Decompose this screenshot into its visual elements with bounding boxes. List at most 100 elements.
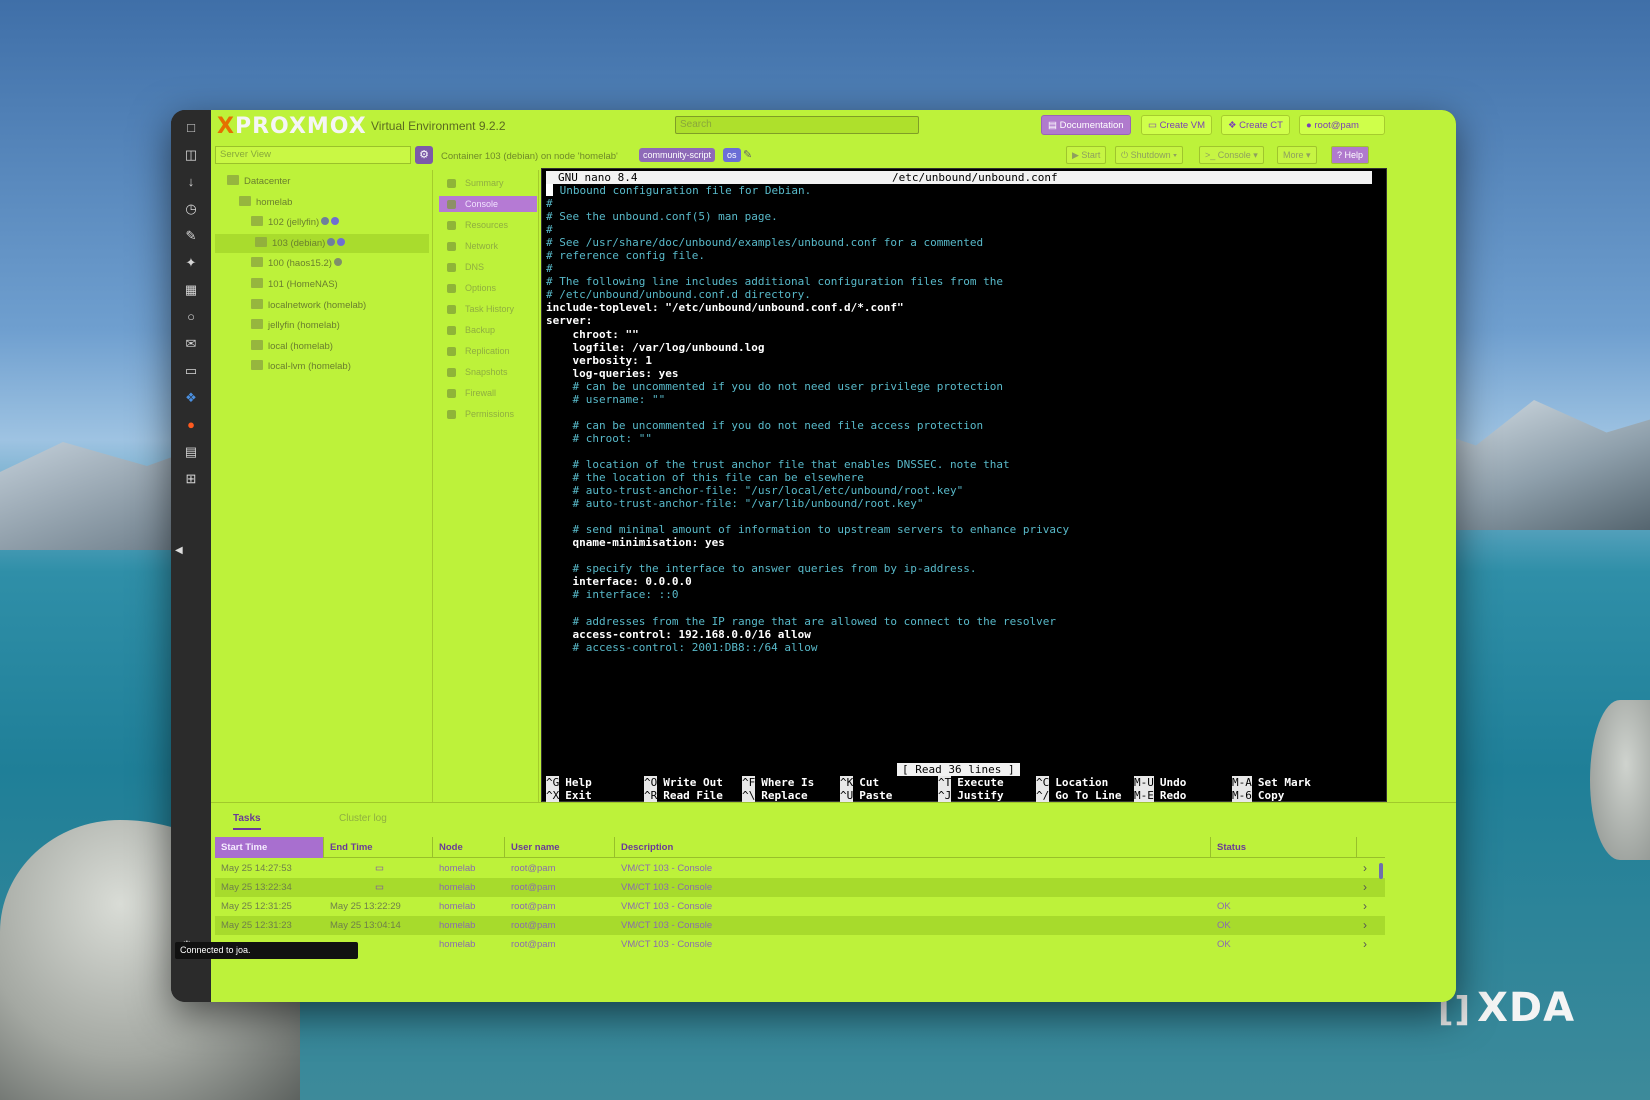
- create-ct-button[interactable]: ❖ Create CT: [1221, 115, 1290, 135]
- menu-item-network[interactable]: Network: [439, 238, 537, 254]
- chevron-right-icon[interactable]: ›: [1363, 935, 1367, 954]
- tree-item[interactable]: Datacenter: [211, 172, 290, 191]
- column-header[interactable]: Node: [433, 837, 505, 858]
- tab-cluster-log[interactable]: Cluster log: [339, 813, 387, 824]
- shortcut: M-A Set Mark: [1232, 776, 1311, 789]
- tree-item[interactable]: 103 (debian): [215, 233, 429, 253]
- menu-icon: [447, 221, 456, 230]
- table-cell: homelab: [439, 901, 476, 912]
- proxmox-app: XPROXMOX Virtual Environment 9.2.2 Searc…: [211, 110, 1456, 1002]
- bookmark-icon[interactable]: □: [181, 118, 201, 138]
- menu-item-dns[interactable]: DNS: [439, 259, 537, 275]
- resource-icon: [251, 216, 263, 227]
- chevron-right-icon[interactable]: ›: [1363, 916, 1367, 935]
- menu-item-firewall[interactable]: Firewall: [439, 385, 537, 401]
- menu-item-resources[interactable]: Resources: [439, 217, 537, 233]
- table-cell: [1211, 878, 1217, 897]
- search-input[interactable]: Search: [675, 116, 919, 134]
- edit-tags-icon[interactable]: ✎: [743, 148, 752, 161]
- shortcut-label: Go To Line: [1055, 789, 1122, 802]
- menu-item-replication[interactable]: Replication: [439, 343, 537, 359]
- ai-icon[interactable]: ✦: [181, 253, 201, 273]
- column-header[interactable]: End Time: [324, 837, 433, 858]
- menu-item-task-history[interactable]: Task History: [439, 301, 537, 317]
- tree-item[interactable]: local-lvm (homelab): [211, 357, 351, 376]
- add-panel-icon[interactable]: ⊞: [181, 469, 201, 489]
- menu-icon: [447, 200, 456, 209]
- table-cell: May 25 12:31:25: [221, 901, 292, 912]
- code-line-text: # location of the trust anchor file that…: [546, 457, 1010, 471]
- table-cell: homelab: [439, 863, 476, 874]
- shortcut: ^R Read File: [644, 789, 723, 802]
- chevron-right-icon[interactable]: ›: [1363, 897, 1367, 916]
- menu-item-summary[interactable]: Summary: [439, 175, 537, 191]
- tag-os[interactable]: os: [723, 148, 741, 162]
- help-button[interactable]: ? Help: [1331, 146, 1370, 164]
- menu-item-permissions[interactable]: Permissions: [439, 406, 537, 422]
- console-button[interactable]: >_ Console ▾: [1199, 146, 1264, 164]
- table-cell: homelab: [439, 920, 476, 931]
- chevron-right-icon[interactable]: ›: [1363, 878, 1367, 897]
- menu-item-backup[interactable]: Backup: [439, 322, 537, 338]
- status-dot: [331, 217, 340, 226]
- user-menu[interactable]: ● root@pam: [1299, 115, 1385, 135]
- gear-icon[interactable]: ⚙: [415, 146, 433, 164]
- tree-item[interactable]: homelab: [211, 193, 292, 212]
- mail-icon[interactable]: ✉: [181, 334, 201, 354]
- create-vm-button[interactable]: ▭ Create VM: [1141, 115, 1213, 135]
- code-line: # /etc/unbound/unbound.conf.d directory.: [546, 288, 1069, 301]
- start-button[interactable]: ▶ Start: [1066, 146, 1107, 164]
- edit-icon[interactable]: ✎: [181, 226, 201, 246]
- table-row[interactable]: May 25 13:22:34 ▭ homelab root@pam VM/CT 103…: [215, 878, 1385, 897]
- more-button[interactable]: More ▾: [1277, 146, 1317, 164]
- calendar-icon[interactable]: ▦: [181, 280, 201, 300]
- shortcut: ^O Write Out: [644, 776, 723, 789]
- history-icon[interactable]: ◷: [181, 199, 201, 219]
- collapse-arrow-icon[interactable]: ◀: [175, 545, 183, 556]
- reddit-icon[interactable]: ●: [181, 415, 201, 435]
- menu-icon: [447, 368, 456, 377]
- code-line-text: # /etc/unbound/unbound.conf.d directory.: [546, 288, 811, 302]
- scrollbar[interactable]: [1379, 863, 1383, 879]
- bluesky-icon[interactable]: ❖: [181, 388, 201, 408]
- menu-item-console[interactable]: Console: [439, 196, 537, 212]
- menu-item-options[interactable]: Options: [439, 280, 537, 296]
- shortcut: ^J Justify: [938, 789, 1004, 802]
- tree-item[interactable]: 101 (HomeNAS): [211, 275, 338, 294]
- tree-item[interactable]: jellyfin (homelab): [211, 316, 340, 335]
- table-cell: [1211, 859, 1217, 878]
- shutdown-button[interactable]: ⏻ Shutdown ▾: [1115, 146, 1183, 164]
- menu-item-snapshots[interactable]: Snapshots: [439, 364, 537, 380]
- resource-icon: [255, 236, 267, 247]
- table-row[interactable]: May 25 12:31:23 May 25 13:04:14 homelab roo…: [215, 916, 1385, 935]
- tree-item[interactable]: 100 (haos15.2): [211, 254, 342, 273]
- tag-community-script[interactable]: community-script: [639, 148, 716, 162]
- chevron-right-icon[interactable]: ›: [1363, 859, 1367, 878]
- tree-item[interactable]: local (homelab): [211, 337, 333, 356]
- text-cursor: [546, 184, 553, 196]
- tree-item[interactable]: localnetwork (homelab): [211, 296, 366, 315]
- console-terminal[interactable]: GNU nano 8.4 /etc/unbound/unbound.conf U…: [541, 168, 1387, 802]
- chat-icon[interactable]: ○: [181, 307, 201, 327]
- column-header[interactable]: Start Time: [215, 837, 324, 858]
- tab-tasks[interactable]: Tasks: [233, 813, 261, 830]
- column-header[interactable]: User name: [505, 837, 615, 858]
- sidebar-icon[interactable]: ◫: [181, 145, 201, 165]
- code-line: #: [546, 197, 1069, 210]
- menu-icon: [447, 242, 456, 251]
- tree-item[interactable]: 102 (jellyfin): [211, 213, 340, 232]
- wallet-icon[interactable]: ▭: [181, 361, 201, 381]
- table-row[interactable]: May 25 14:27:53 ▭ homelab root@pam VM/CT 103…: [215, 859, 1385, 878]
- server-view-select[interactable]: Server View: [215, 146, 411, 164]
- table-row[interactable]: homelab root@pam VM/CT 103 - Console OK ›: [215, 935, 1385, 954]
- column-header[interactable]: Status: [1211, 837, 1357, 858]
- documentation-button[interactable]: ▤ Documentation: [1041, 115, 1131, 135]
- column-header[interactable]: Description: [615, 837, 1211, 858]
- download-icon[interactable]: ↓: [181, 172, 201, 192]
- reader-icon[interactable]: ▤: [181, 442, 201, 462]
- menu-icon: [447, 263, 456, 272]
- shortcut-key: ^K: [840, 776, 854, 789]
- table-row[interactable]: May 25 12:31:25 May 25 13:22:29 homelab roo…: [215, 897, 1385, 916]
- running-console-icon: ▭: [375, 882, 384, 893]
